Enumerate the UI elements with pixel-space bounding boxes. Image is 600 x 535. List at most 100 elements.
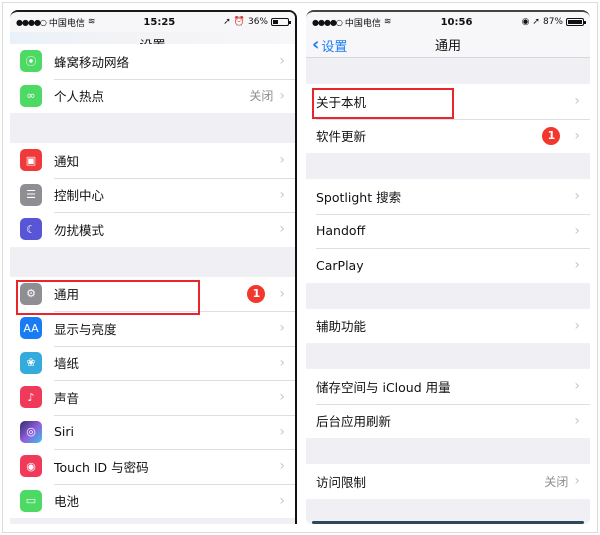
settings-row[interactable]: ❀ 墙纸 › [10, 345, 295, 380]
settings-group: 储存空间与 iCloud 用量 › 后台应用刷新 › [306, 369, 590, 438]
status-bar: ●●●●○ 中国电信 ≋ 10:56 ◉ ➚ 87% [306, 12, 590, 32]
chevron-right-icon: › [574, 317, 580, 334]
settings-row[interactable]: ▭ 电池 › [10, 483, 295, 518]
settings-group: 辅助功能 › [306, 308, 590, 343]
hotspot-icon: ∞ [20, 84, 42, 107]
chevron-left-icon: ‹ [312, 34, 320, 55]
section-gap [10, 113, 295, 143]
row-value: 关闭 [249, 89, 274, 104]
chevron-right-icon: › [279, 492, 285, 509]
settings-row[interactable]: 后台应用刷新 › [306, 403, 590, 438]
rotation-lock-icon: ◉ [521, 17, 530, 27]
row-label: 关于本机 [316, 94, 367, 110]
section-gap [10, 246, 295, 277]
settings-row[interactable]: ☾ 勿扰模式 › [10, 212, 295, 247]
settings-group: 访问限制 关闭 › [306, 464, 590, 499]
row-label: 后台应用刷新 [316, 414, 392, 430]
battery-percent: 36% [247, 17, 268, 27]
row-label: 电池 [54, 494, 80, 510]
settings-group: ▣ 通知 › ☰ 控制中心 › ☾ 勿扰模式 › [10, 143, 295, 247]
chevron-right-icon: › [279, 423, 285, 440]
row-label: CarPlay [316, 257, 364, 273]
settings-row[interactable]: ◎ Siri › [10, 414, 295, 449]
display-icon: AA [20, 317, 42, 340]
chevron-right-icon: › [279, 389, 285, 406]
section-gap [306, 282, 590, 309]
chevron-right-icon: › [279, 152, 285, 169]
section-gap [306, 343, 590, 369]
settings-group: ⦿ 蜂窝移动网络 › ∞ 个人热点 关闭 › [10, 44, 295, 113]
settings-row[interactable]: Spotlight 搜索 › [306, 179, 590, 214]
settings-row[interactable]: 储存空间与 iCloud 用量 › [306, 369, 590, 404]
location-icon: ➚ [223, 17, 231, 27]
notification-badge: 1 [247, 284, 266, 303]
chevron-right-icon: › [574, 473, 580, 490]
row-value: 关闭 [544, 474, 569, 489]
general-list: 关于本机 › 软件更新 1 › Spotlight 搜索 › Handoff › CarPlay ›… [306, 58, 590, 499]
battery-icon: ▭ [20, 489, 42, 512]
nav-bar: ‹ 设置 通用 [306, 32, 590, 58]
row-label: 访问限制 [316, 474, 367, 490]
chevron-right-icon: › [279, 285, 285, 302]
page-title: 通用 [434, 39, 461, 54]
siri-icon: ◎ [20, 420, 42, 443]
settings-row[interactable]: Handoff › [306, 213, 590, 248]
chevron-right-icon: › [279, 87, 285, 104]
row-label: 通知 [54, 153, 80, 169]
row-label: 辅助功能 [316, 319, 367, 335]
chevron-right-icon: › [574, 127, 580, 144]
settings-row[interactable]: ☰ 控制中心 › [10, 177, 295, 212]
settings-row[interactable]: AA 显示与亮度 › [10, 311, 295, 346]
signal-icon: ●●●●○ [312, 17, 343, 27]
wallpaper-icon: ❀ [20, 351, 42, 374]
row-label: 通用 [54, 287, 80, 303]
section-gap [306, 58, 590, 84]
row-label: Siri [54, 424, 75, 440]
wifi-icon: ≋ [87, 17, 96, 27]
settings-row[interactable]: ◉ Touch ID 与密码 › [10, 449, 295, 484]
location-icon: ➚ [532, 17, 540, 27]
settings-row[interactable]: 关于本机 › [306, 84, 590, 119]
chevron-right-icon: › [279, 458, 285, 475]
chevron-right-icon: › [574, 222, 580, 239]
back-button[interactable]: ‹ 设置 [312, 32, 347, 58]
section-gap [306, 438, 590, 464]
home-indicator [312, 521, 584, 524]
alarm-icon: ⏰ [233, 17, 245, 27]
moon-icon: ☾ [20, 218, 42, 241]
row-label: 显示与亮度 [54, 321, 117, 337]
signal-icon: ●●●●○ [16, 17, 47, 27]
settings-row[interactable]: 软件更新 1 › [306, 118, 590, 153]
chevron-right-icon: › [574, 378, 580, 395]
settings-row[interactable]: ∞ 个人热点 关闭 › [10, 78, 295, 113]
clock: 10:56 [440, 16, 473, 28]
settings-row[interactable]: 辅助功能 › [306, 308, 590, 343]
row-label: Handoff [316, 223, 366, 239]
gear-icon: ⚙ [20, 282, 42, 305]
notification-badge: 1 [542, 126, 561, 145]
settings-list: ⦿ 蜂窝移动网络 › ∞ 个人热点 关闭 › ▣ 通知 › ☰ 控制中心 › ☾ 勿扰模式 › ⚙ 通用 1 › AA 显… [10, 44, 295, 518]
settings-row[interactable]: ♪ 声音 › [10, 380, 295, 415]
status-bar: ●●●●○ 中国电信 ≋ 15:25 ➚ ⏰ 36% [10, 12, 295, 32]
back-label: 设置 [321, 39, 348, 55]
chevron-right-icon: › [574, 93, 580, 110]
cellular-icon: ⦿ [20, 50, 42, 73]
chevron-right-icon: › [574, 412, 580, 429]
row-label: Touch ID 与密码 [54, 459, 149, 475]
settings-row[interactable]: 访问限制 关闭 › [306, 464, 590, 499]
section-gap [306, 153, 590, 179]
settings-row[interactable]: ⚙ 通用 1 › [10, 276, 295, 311]
settings-row[interactable]: ▣ 通知 › [10, 143, 295, 178]
settings-row[interactable]: CarPlay › [306, 248, 590, 283]
battery-icon [565, 18, 586, 26]
chevron-right-icon: › [279, 320, 285, 337]
chevron-right-icon: › [279, 53, 285, 70]
battery-percent: 87% [542, 17, 563, 27]
row-label: 蜂窝移动网络 [54, 54, 130, 70]
settings-group: Spotlight 搜索 › Handoff › CarPlay › [306, 179, 590, 283]
chevron-right-icon: › [279, 221, 285, 238]
settings-row[interactable]: ⦿ 蜂窝移动网络 › [10, 44, 295, 79]
row-label: 声音 [54, 390, 80, 406]
row-label: 个人热点 [54, 89, 105, 105]
row-label: 墙纸 [54, 356, 80, 372]
